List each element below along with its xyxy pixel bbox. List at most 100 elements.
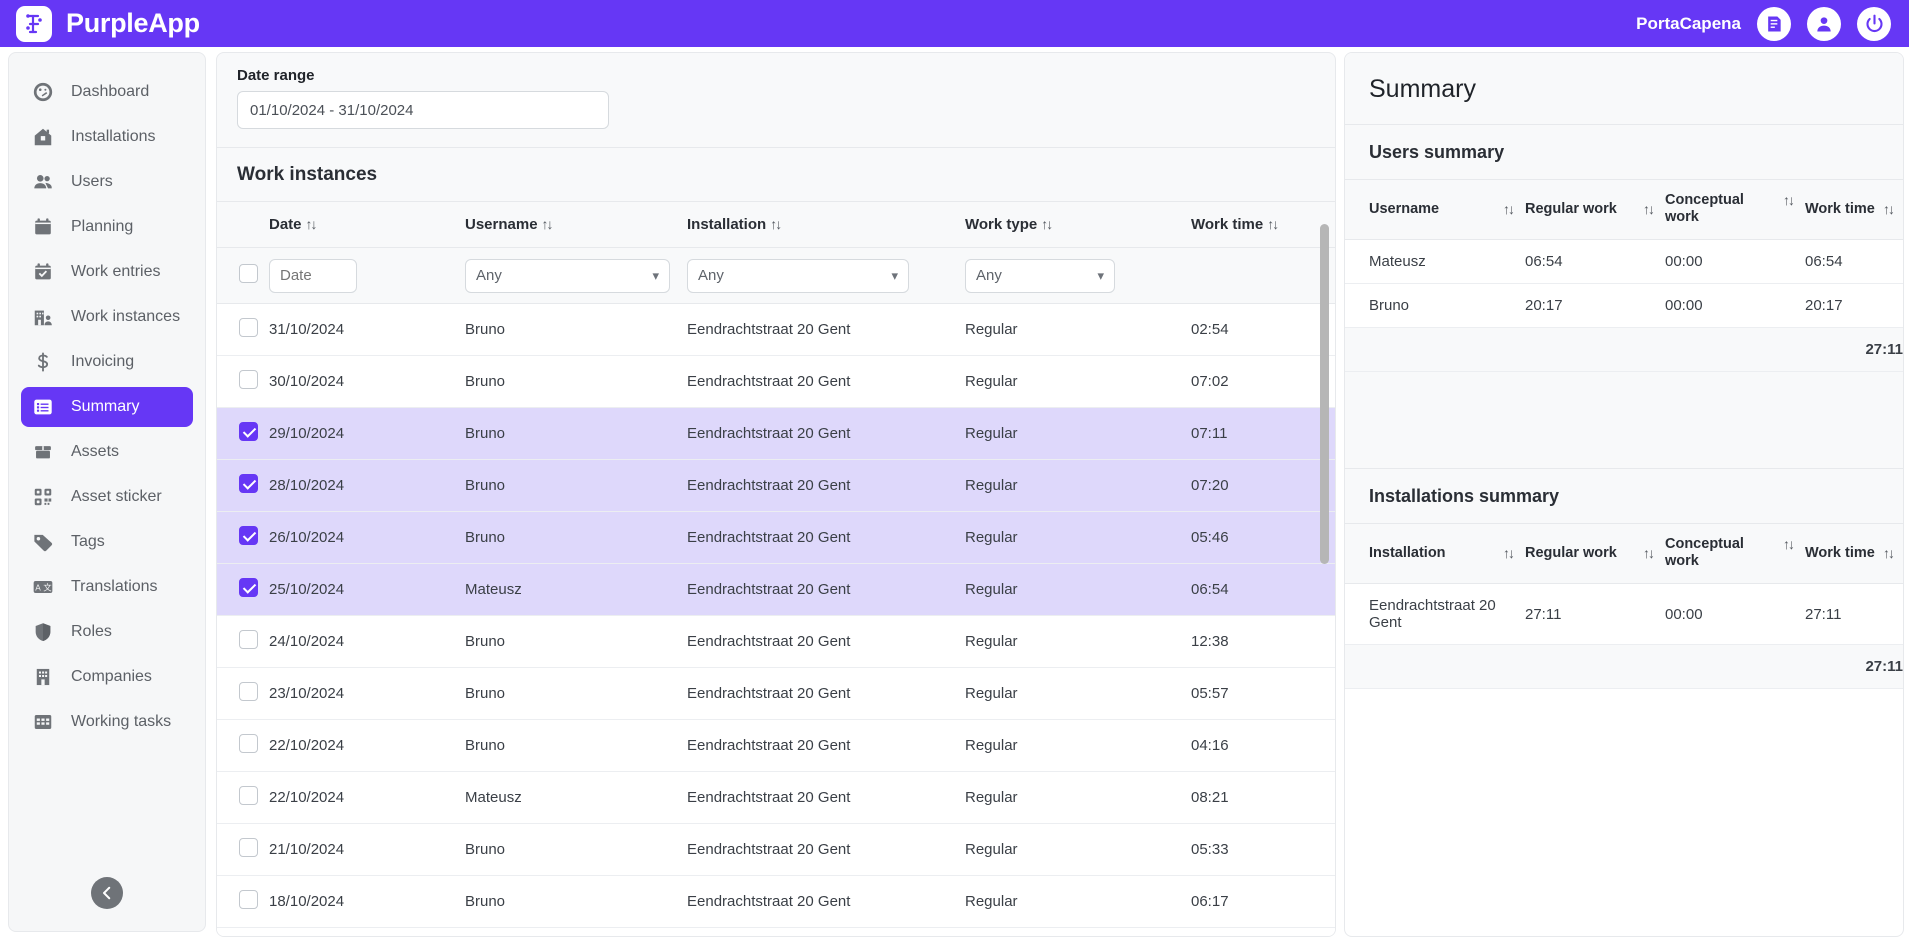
users-icon: [31, 170, 55, 194]
table-row[interactable]: 24/10/2024 Bruno Eendrachtstraat 20 Gent Re…: [217, 615, 1335, 668]
sidebar-item-dashboard[interactable]: Dashboard: [21, 72, 193, 112]
sort-icon[interactable]: ↑↓: [1267, 216, 1279, 232]
summary-row: Mateusz 06:54 00:00 06:54: [1345, 239, 1903, 285]
chevron-down-icon: ▾: [891, 267, 898, 283]
cell-date: 22/10/2024: [269, 719, 465, 772]
header-username[interactable]: Username ↑↓: [465, 202, 687, 248]
sidebar-item-planning[interactable]: Planning: [21, 207, 193, 247]
sidebar-item-companies[interactable]: Companies: [21, 657, 193, 697]
sidebar-item-installations[interactable]: Installations: [21, 117, 193, 157]
sort-icon[interactable]: ↑↓: [542, 216, 554, 232]
sort-icon[interactable]: ↑↓: [1783, 192, 1795, 208]
sidebar-item-invoicing[interactable]: Invoicing: [21, 342, 193, 382]
table-row[interactable]: 25/10/2024 Mateusz Eendrachtstraat 20 Gent…: [217, 563, 1335, 616]
filter-username-select[interactable]: Any ▾: [465, 258, 670, 293]
users-header-conceptual-work[interactable]: Conceptual work ↑↓: [1665, 180, 1805, 241]
row-checkbox[interactable]: [239, 838, 258, 857]
row-checkbox[interactable]: [239, 630, 258, 649]
summary-cell-name: Eendrachtstraat 20 Gent: [1345, 583, 1525, 646]
users-header-regular-work[interactable]: Regular work ↑↓: [1525, 180, 1665, 241]
sidebar-item-work-entries[interactable]: Work entries: [21, 252, 193, 292]
sidebar-item-roles[interactable]: Roles: [21, 612, 193, 652]
sidebar-item-translations[interactable]: A 文 Translations: [21, 567, 193, 607]
table-row[interactable]: 26/10/2024 Bruno Eendrachtstraat 20 Gent Re…: [217, 511, 1335, 564]
header-work-type[interactable]: Work type ↑↓: [965, 202, 1191, 248]
select-all-checkbox[interactable]: [239, 264, 258, 283]
sort-icon[interactable]: ↑↓: [1041, 216, 1053, 232]
header-work-time[interactable]: Work time ↑↓: [1191, 202, 1335, 248]
cell-installation: Eendrachtstraat 20 Gent: [687, 407, 965, 460]
row-checkbox[interactable]: [239, 786, 258, 805]
row-checkbox[interactable]: [239, 318, 258, 337]
users-header-work-time[interactable]: Work time ↑↓: [1805, 180, 1903, 241]
sidebar-item-tags[interactable]: Tags: [21, 522, 193, 562]
row-checkbox[interactable]: [239, 474, 258, 493]
users-summary-heading: Users summary: [1345, 125, 1903, 180]
date-range-input[interactable]: [237, 91, 609, 129]
row-select-cell: [217, 303, 269, 356]
sidebar-item-users[interactable]: Users: [21, 162, 193, 202]
sidebar-item-working-tasks[interactable]: Working tasks: [21, 702, 193, 742]
sort-icon[interactable]: ↑↓: [1503, 201, 1515, 217]
table-row[interactable]: 23/10/2024 Bruno Eendrachtstraat 20 Gent Re…: [217, 667, 1335, 720]
sort-icon[interactable]: ↑↓: [1883, 201, 1895, 217]
table-row[interactable]: 21/10/2024 Bruno Eendrachtstraat 20 Gent Re…: [217, 823, 1335, 876]
cell-work-type: Regular: [965, 355, 1191, 408]
header-installation[interactable]: Installation ↑↓: [687, 202, 965, 248]
vertical-scrollbar-thumb[interactable]: [1320, 224, 1329, 564]
filter-work-type-select[interactable]: Any ▾: [965, 258, 1115, 293]
sidebar-item-label: Work instances: [71, 308, 181, 325]
cell-work-time: 05:57: [1191, 667, 1335, 720]
header-date[interactable]: Date ↑↓: [269, 202, 465, 248]
cell-username: Bruno: [465, 667, 687, 720]
row-checkbox[interactable]: [239, 370, 258, 389]
sidebar-item-work-instances[interactable]: Work instances: [21, 297, 193, 337]
table-row[interactable]: 30/10/2024 Bruno Eendrachtstraat 20 Gent Re…: [217, 355, 1335, 408]
filter-date-input[interactable]: [269, 258, 357, 293]
table-row[interactable]: 22/10/2024 Bruno Eendrachtstraat 20 Gent Re…: [217, 719, 1335, 772]
cell-work-time: 05:33: [1191, 823, 1335, 876]
sort-icon[interactable]: ↑↓: [306, 216, 318, 232]
inst-header-installation[interactable]: Installation ↑↓: [1345, 524, 1525, 585]
sort-icon[interactable]: ↑↓: [1883, 545, 1895, 561]
sidebar-item-summary[interactable]: Summary: [21, 387, 193, 427]
inst-header-conceptual-work[interactable]: Conceptual work ↑↓: [1665, 524, 1805, 585]
table-row[interactable]: 29/10/2024 Bruno Eendrachtstraat 20 Gent Re…: [217, 407, 1335, 460]
cell-installation: Eendrachtstraat 20 Gent: [687, 355, 965, 408]
header-select: [217, 202, 269, 248]
user-account-icon[interactable]: [1807, 6, 1841, 41]
installations-summary-total: 27:11: [1345, 645, 1903, 690]
row-checkbox[interactable]: [239, 422, 258, 441]
sort-icon[interactable]: ↑↓: [1643, 545, 1655, 561]
row-checkbox[interactable]: [239, 526, 258, 545]
users-header-username[interactable]: Username ↑↓: [1345, 180, 1525, 241]
date-range-filter: Date range: [217, 53, 1335, 147]
summary-cell-work-time: 20:17: [1805, 283, 1903, 329]
power-icon[interactable]: [1857, 6, 1891, 41]
sidebar-item-asset-sticker[interactable]: Asset sticker: [21, 477, 193, 517]
inst-header-installation-label: Installation: [1369, 544, 1446, 561]
sort-icon[interactable]: ↑↓: [770, 216, 782, 232]
table-row[interactable]: 28/10/2024 Bruno Eendrachtstraat 20 Gent Re…: [217, 459, 1335, 512]
summary-cell-conceptual-work: 00:00: [1665, 283, 1805, 329]
sort-icon[interactable]: ↑↓: [1783, 536, 1795, 552]
building-user-icon: [31, 305, 55, 329]
document-icon[interactable]: [1757, 6, 1791, 41]
sidebar-item-label: Invoicing: [71, 353, 135, 370]
brand[interactable]: PurpleApp: [16, 5, 200, 42]
sort-icon[interactable]: ↑↓: [1643, 201, 1655, 217]
table-row[interactable]: 22/10/2024 Mateusz Eendrachtstraat 20 Gent…: [217, 771, 1335, 824]
sort-icon[interactable]: ↑↓: [1503, 545, 1515, 561]
table-row[interactable]: 31/10/2024 Bruno Eendrachtstraat 20 Gent Re…: [217, 303, 1335, 356]
row-checkbox[interactable]: [239, 890, 258, 909]
table-row[interactable]: 18/10/2024 Bruno Eendrachtstraat 20 Gent Re…: [217, 875, 1335, 928]
row-checkbox[interactable]: [239, 734, 258, 753]
row-checkbox[interactable]: [239, 682, 258, 701]
installations-summary-heading: Installations summary: [1345, 469, 1903, 525]
inst-header-regular-work[interactable]: Regular work ↑↓: [1525, 524, 1665, 585]
inst-header-work-time[interactable]: Work time ↑↓: [1805, 524, 1903, 585]
filter-installation-select[interactable]: Any ▾: [687, 258, 909, 293]
sidebar-collapse-button[interactable]: [91, 877, 123, 909]
sidebar-item-assets[interactable]: Assets: [21, 432, 193, 472]
row-checkbox[interactable]: [239, 578, 258, 597]
